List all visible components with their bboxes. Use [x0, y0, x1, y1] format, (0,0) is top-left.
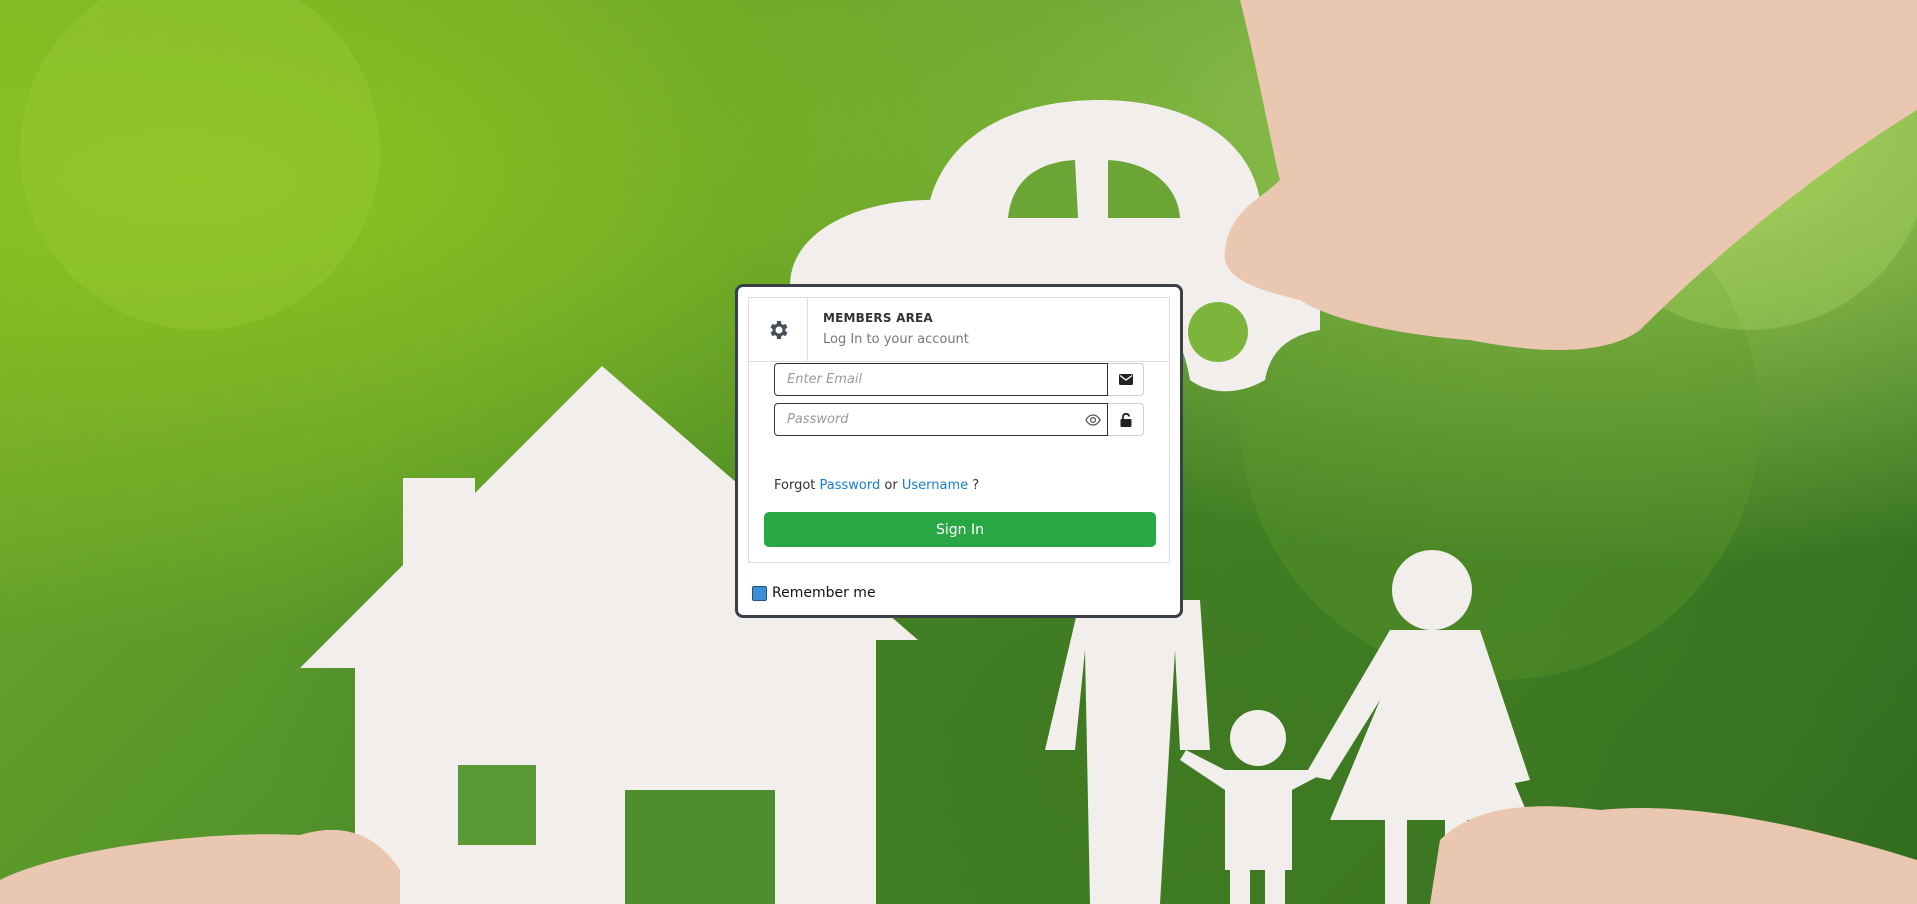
unlock-icon — [1108, 403, 1144, 436]
forgot-password-link[interactable]: Password — [820, 478, 881, 493]
login-panel: MEMBERS AREA Log In to your account For — [748, 297, 1170, 563]
remember-me[interactable]: Remember me — [752, 585, 876, 601]
forgot-credentials-text: Forgot Password or Username ? — [774, 478, 979, 493]
forgot-or: or — [884, 478, 898, 493]
forgot-username-link[interactable]: Username — [902, 478, 968, 493]
page-subtitle: Log In to your account — [823, 332, 969, 347]
password-field[interactable] — [774, 403, 1108, 436]
email-field[interactable] — [774, 363, 1108, 396]
remember-checkbox[interactable] — [752, 585, 767, 601]
page-title: MEMBERS AREA — [823, 311, 933, 325]
gear-icon — [749, 298, 808, 361]
forgot-prefix: Forgot — [774, 478, 816, 493]
sign-in-button[interactable]: Sign In — [764, 512, 1156, 547]
forgot-suffix: ? — [972, 478, 980, 493]
envelope-icon — [1108, 363, 1144, 396]
login-card: MEMBERS AREA Log In to your account For — [735, 284, 1183, 618]
remember-label: Remember me — [772, 585, 876, 601]
panel-header: MEMBERS AREA Log In to your account — [749, 298, 1169, 362]
eye-icon[interactable] — [1083, 403, 1103, 436]
